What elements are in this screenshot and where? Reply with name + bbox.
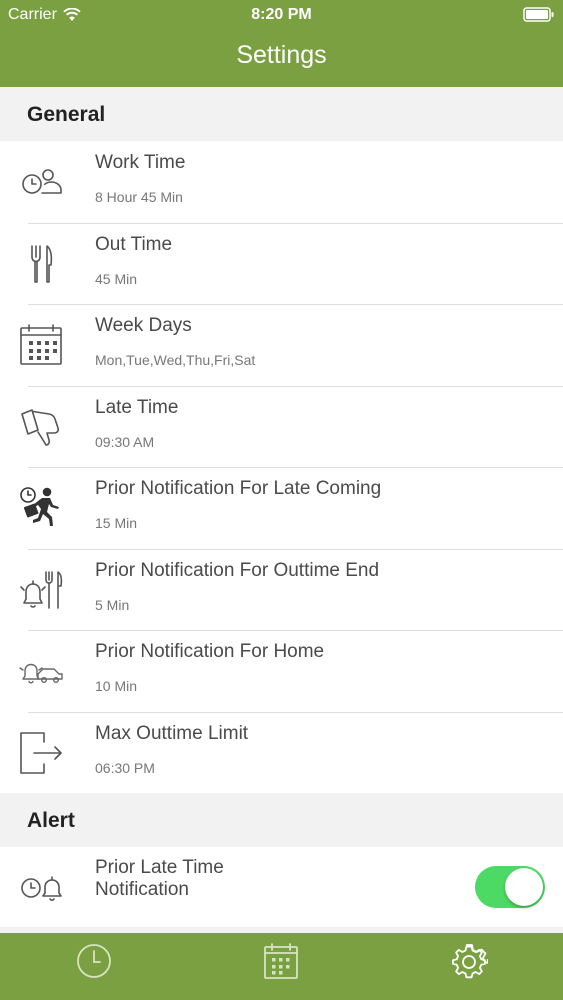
setting-value: 09:30 AM [95, 433, 155, 450]
late-notification-toggle[interactable] [475, 866, 545, 908]
setting-title: Week Days [95, 315, 192, 336]
setting-row-work-time[interactable]: Work Time 8 Hour 45 Min [0, 141, 563, 223]
setting-value: 5 Min [95, 596, 130, 613]
setting-row-outtime-end[interactable]: Prior Notification For Outtime End 5 Min [0, 548, 563, 631]
setting-value: 15 Min [95, 515, 138, 531]
status-time: 8:20 PM [251, 6, 312, 23]
setting-value: 8 Hour 45 Min [95, 189, 183, 205]
clock-person-icon [16, 157, 66, 207]
setting-row-late-coming[interactable]: Prior Notification For Late Coming 15 Mi… [0, 467, 563, 549]
setting-title: Max Outtime Limit [95, 722, 249, 744]
tab-calendar[interactable] [262, 941, 300, 981]
bell-fork-knife-icon [16, 565, 66, 615]
tab-settings[interactable] [450, 941, 488, 981]
setting-row-late-time[interactable]: Late Time 09:30 AM [0, 385, 563, 468]
alert-row-late-time-notification[interactable]: Prior Late Time Notification [0, 847, 563, 927]
setting-row-home[interactable]: Prior Notification For Home 10 Min [0, 630, 563, 712]
calendar-icon [16, 320, 66, 370]
status-bar: Carrier 8:20 PM [0, 0, 563, 30]
alert-title-line2: Notification [95, 879, 189, 900]
tab-clock[interactable] [75, 941, 113, 981]
running-man-clock-icon [16, 483, 66, 533]
setting-title: Prior Notification For Home [95, 641, 325, 662]
bell-car-icon [16, 646, 66, 696]
calendar-icon [264, 943, 298, 979]
thumbs-down-icon [16, 402, 66, 452]
setting-row-out-time[interactable]: Out Time 45 Min [0, 222, 563, 305]
settings-list[interactable]: General Work Time 8 Hour 45 Min Out Time… [0, 87, 563, 933]
nav-header: Carrier 8:20 PM Settings [0, 0, 563, 87]
alert-title: Prior Late Time Notification [95, 857, 224, 901]
setting-title: Prior Notification For Late Coming [95, 478, 382, 499]
fork-knife-icon [16, 239, 66, 289]
alert-title-line1: Prior Late Time [95, 857, 224, 878]
general-list: Work Time 8 Hour 45 Min Out Time 45 Min [0, 141, 563, 793]
exit-icon [16, 728, 66, 778]
setting-row-max-outtime[interactable]: Max Outtime Limit 06:30 PM [0, 711, 563, 794]
tab-bar [0, 933, 563, 1000]
setting-title: Late Time [95, 396, 179, 418]
setting-value: 10 Min [95, 678, 138, 694]
setting-title: Prior Notification For Outtime End [95, 559, 380, 581]
gear-icon [452, 944, 488, 979]
setting-value: 45 Min [95, 270, 138, 287]
setting-row-week-days[interactable]: Week Days Mon,Tue,Wed,Thu,Fri,Sat [0, 304, 563, 386]
setting-value: 06:30 PM [95, 759, 155, 776]
page-title: Settings [236, 41, 327, 69]
section-header-general: General [0, 87, 563, 141]
clock-icon [77, 944, 111, 978]
section-header-alert: Alert [0, 793, 563, 847]
setting-title: Work Time [95, 152, 186, 173]
clock-bell-icon [16, 863, 66, 913]
setting-title: Out Time [95, 233, 173, 255]
toggle-knob[interactable] [505, 868, 543, 906]
setting-value: Mon,Tue,Wed,Thu,Fri,Sat [95, 352, 256, 368]
battery-icon [523, 7, 555, 27]
